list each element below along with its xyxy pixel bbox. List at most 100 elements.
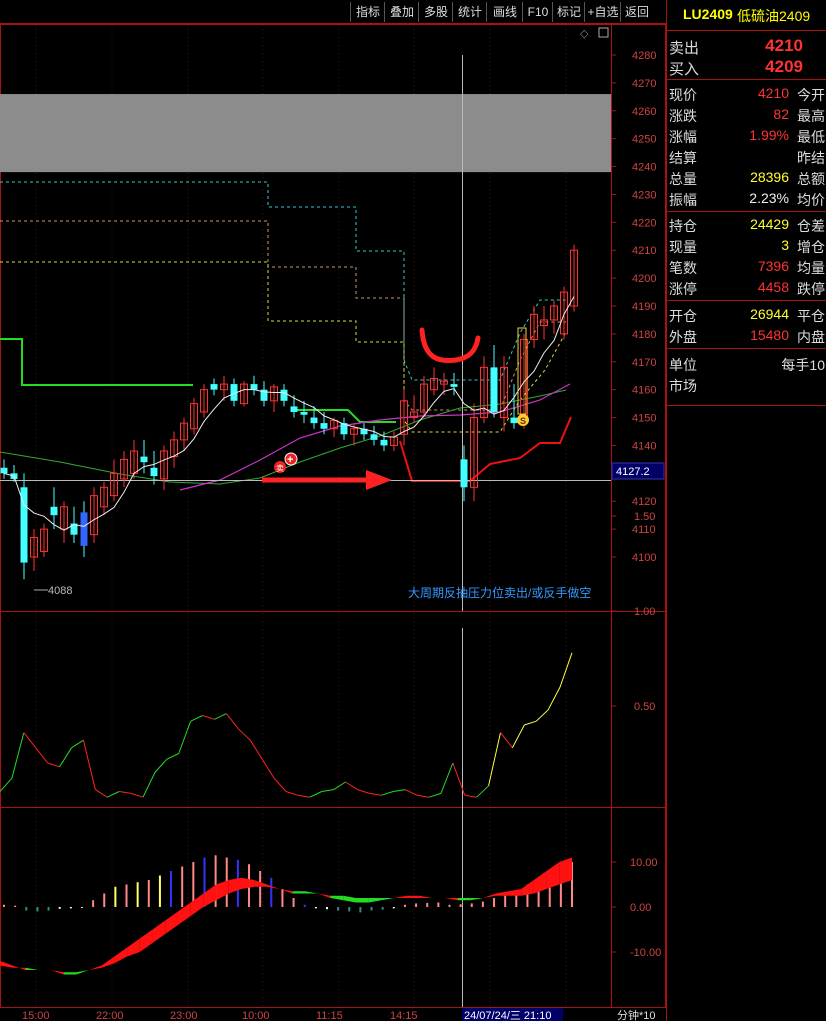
price-tick-label: 4280 — [632, 50, 656, 62]
ind1-segment — [369, 792, 382, 796]
time-cursor-label: 24/07/24/三 21:10 — [464, 1010, 551, 1021]
quote-label-2: 仓差 — [797, 218, 825, 234]
toolbar-button-7[interactable]: +自选 — [584, 2, 621, 22]
sell-badge-text: 卖 — [276, 464, 284, 473]
ind1-segment — [95, 789, 108, 798]
toolbar-button-2[interactable]: 多股 — [418, 2, 453, 22]
ind1-segment — [488, 732, 501, 786]
macd-ribbon — [317, 893, 331, 898]
ind1-segment — [0, 777, 13, 792]
ind1-segment — [285, 791, 299, 796]
quote-row: 笔数 7396 均量 — [667, 256, 826, 277]
ind1-segment — [237, 728, 251, 741]
quote-label-2: 均量 — [797, 260, 825, 276]
chart-area[interactable]: 4280 4270 4260 4250 4240 4230 4220 4210 4200 4190… — [0, 0, 666, 1021]
quote-row: 开仓 26944 平仓 — [667, 304, 826, 325]
market-label: 市场 — [669, 378, 697, 394]
ind1-tick-label: 1.00 — [634, 606, 655, 618]
ind1-segment — [440, 762, 454, 794]
time-label: 11:15 — [316, 1010, 343, 1021]
macd-ribbon — [483, 893, 496, 898]
ind1-segment — [357, 789, 370, 794]
quote-row: 外盘 15480 内盘 — [667, 325, 826, 346]
quote-value: 1.99% — [749, 127, 789, 143]
ind1-segment — [23, 732, 37, 749]
macd-ribbon — [559, 857, 572, 885]
chart-svg[interactable]: 4280 4270 4260 4250 4240 4230 4220 4210 4200 4190… — [0, 0, 666, 1021]
toolbar-button-4[interactable]: 画线 — [486, 2, 523, 22]
quote-label: 外盘 — [669, 329, 697, 345]
quote-value: 7396 — [757, 258, 789, 274]
toolbar-button-1[interactable]: 叠加 — [384, 2, 419, 22]
contract-name: 低硫油2409 — [737, 8, 811, 24]
ind1-segment — [333, 781, 346, 791]
candle-body — [250, 384, 258, 390]
buy-label: 买入 — [669, 61, 700, 78]
macd-ribbon — [292, 891, 306, 894]
ind1-segment — [214, 713, 227, 720]
ind1-segment — [476, 785, 489, 798]
ind1-segment — [107, 791, 120, 798]
ind1-segment — [261, 758, 275, 779]
ind1-segment — [393, 789, 406, 792]
quote-row: 涨停 4458 跌停 — [667, 277, 826, 298]
price-tick-label: 4200 — [632, 273, 656, 285]
price-tick-label: 4100 — [632, 552, 656, 564]
quote-label: 涨跌 — [669, 108, 697, 124]
quote-row: 总量 28396 总额 — [667, 167, 826, 188]
ind1-segment — [178, 721, 192, 754]
macd-ribbon — [368, 898, 382, 903]
ind1-segment — [71, 739, 84, 749]
ind1-segment — [417, 794, 430, 798]
quote-value: 82 — [773, 106, 789, 122]
macd-ribbon — [177, 902, 191, 925]
candle-body — [290, 406, 298, 412]
sell-price: 4210 — [765, 36, 803, 55]
ind1-segment — [297, 794, 310, 798]
channel-cyan — [0, 181, 566, 381]
candle-body — [140, 456, 148, 463]
ind2-tick-label: 10.00 — [630, 857, 658, 869]
quote-label: 涨幅 — [669, 129, 697, 145]
macd-ribbon — [406, 895, 420, 898]
toolbar-button-3[interactable]: 统计 — [452, 2, 487, 22]
macd-ribbon — [127, 938, 140, 957]
candle-body — [80, 512, 88, 546]
macd-ribbon — [394, 895, 407, 898]
ind1-segment — [119, 791, 132, 794]
price-tick-label: 4240 — [632, 162, 656, 174]
support-step-line — [0, 338, 193, 386]
quote-label-2: 内盘 — [797, 329, 825, 345]
price-tick-label: 4160 — [632, 385, 656, 397]
divider — [667, 405, 826, 406]
time-label: 23:00 — [170, 1010, 198, 1021]
toolbar-button-6[interactable]: 标记 — [552, 2, 585, 22]
crosshair-price-label: 4127.2 — [616, 466, 650, 478]
macd-ribbon — [444, 898, 458, 901]
toolbar-button-5[interactable]: F10 — [522, 2, 553, 22]
quote-value: 28396 — [750, 169, 789, 185]
time-label: 10:00 — [242, 1010, 270, 1021]
quote-value: 4458 — [757, 279, 789, 295]
ind1-segment — [309, 791, 322, 798]
toolbar-button-8[interactable]: 返回 — [620, 2, 653, 22]
toolbar-button-0[interactable]: 指标 — [350, 2, 385, 22]
quote-row: 涨跌 82 最高 — [667, 104, 826, 125]
quote-label: 现量 — [669, 239, 697, 255]
price-tick-label: 4190 — [632, 301, 656, 313]
quote-label: 振幅 — [669, 192, 697, 208]
macd-ribbon — [165, 911, 178, 934]
ind1-segment — [82, 740, 96, 790]
candle-body — [210, 384, 218, 390]
ind1-tick-label: 0.50 — [634, 701, 655, 713]
price-tick-label: 4140 — [632, 440, 656, 452]
macd-ribbon — [521, 880, 534, 896]
arrow-head — [366, 470, 392, 490]
quote-label: 现价 — [669, 87, 697, 103]
quote-value: 3 — [781, 237, 789, 253]
quote-label-2: 最低 — [797, 129, 825, 145]
buy-row: 买入 4209 — [667, 55, 826, 78]
macd-ribbon — [152, 920, 166, 943]
diamond-icon: ◇ — [580, 28, 589, 40]
price-tick-label: 4180 — [632, 329, 656, 341]
